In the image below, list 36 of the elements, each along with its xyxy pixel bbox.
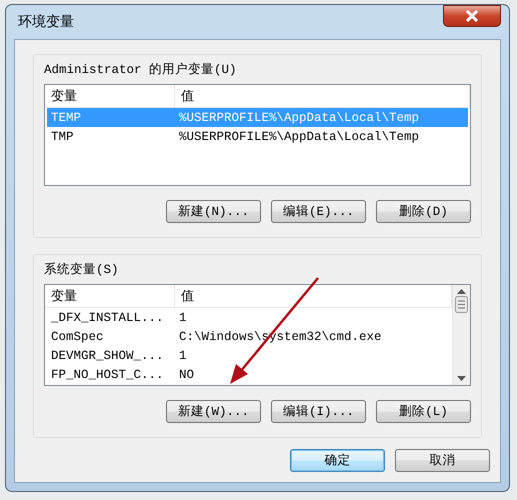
close-icon — [465, 10, 479, 22]
variable-value: %USERPROFILE%\AppData\Local\Temp — [178, 110, 420, 124]
variable-value: %USERPROFILE%\AppData\Local\Temp — [178, 130, 420, 144]
group-label: 系统变量(S) — [44, 262, 120, 278]
scroll-down-icon[interactable] — [457, 376, 466, 381]
action-button[interactable]: 删除(D) — [376, 200, 471, 223]
scroll-up-icon[interactable] — [457, 289, 466, 294]
variable-value: 1 — [178, 310, 188, 324]
action-button[interactable]: 新建(N)... — [166, 200, 261, 223]
column-header[interactable]: 变量 — [45, 85, 175, 107]
variable-name: FP_NO_HOST_C... — [50, 368, 165, 382]
cancel-button[interactable]: 取消 — [395, 449, 490, 472]
ok-button[interactable]: 确定 — [290, 449, 385, 472]
variable-row[interactable]: FP_NO_HOST_C... NO — [47, 365, 450, 384]
variable-row[interactable]: TMP %USERPROFILE%\AppData\Local\Temp — [47, 127, 468, 146]
variable-name: ComSpec — [50, 330, 105, 344]
variable-value: NO — [178, 368, 196, 382]
action-button[interactable]: 删除(L) — [376, 400, 471, 423]
scroll-thumb-icon[interactable] — [455, 296, 468, 313]
variable-row[interactable]: _DFX_INSTALL... 1 — [47, 308, 450, 327]
variable-name: TMP — [50, 130, 75, 144]
variable-name: _DFX_INSTALL... — [50, 310, 165, 324]
action-button[interactable]: 编辑(I)... — [271, 400, 366, 423]
variable-name: TEMP — [50, 110, 82, 124]
close-button[interactable] — [443, 5, 501, 27]
column-header[interactable]: 变量 — [45, 285, 175, 307]
action-button[interactable]: 新建(W)... — [166, 400, 261, 423]
scrollbar[interactable] — [452, 285, 470, 385]
window-title: 环境变量 — [17, 13, 74, 31]
variable-row[interactable]: DEVMGR_SHOW_... 1 — [47, 346, 450, 365]
column-header[interactable]: 值 — [175, 85, 470, 107]
group-label: Administrator 的用户变量(U) — [44, 62, 238, 78]
variable-value: 1 — [178, 348, 188, 362]
action-button[interactable]: 编辑(E)... — [271, 200, 366, 223]
variable-name: DEVMGR_SHOW_... — [50, 348, 165, 362]
variable-list[interactable]: 变量 值 TEMP %USERPROFILE%\AppData\Local\Temp TMP %USERPROFILE%\AppData\Local\Temp — [44, 84, 471, 186]
